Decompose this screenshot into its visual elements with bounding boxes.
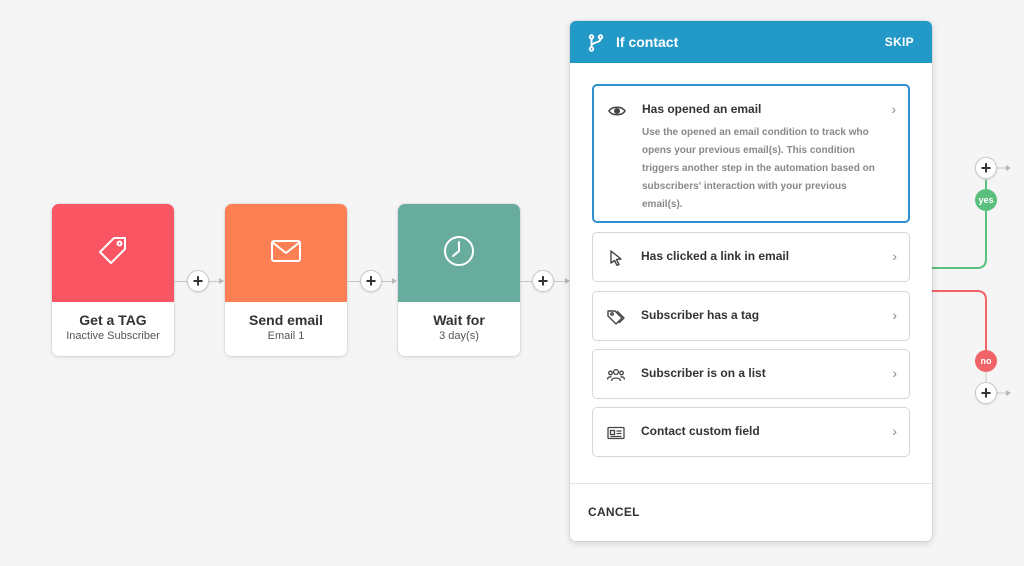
arrow-head-icon xyxy=(392,278,397,284)
option-label: Subscriber is on a list xyxy=(641,366,766,380)
plus-icon: + xyxy=(537,271,549,291)
panel-divider xyxy=(570,483,932,484)
chevron-right-icon: › xyxy=(892,365,897,381)
option-subscriber-on-list[interactable]: Subscriber is on a list › xyxy=(592,349,910,399)
step-card-header xyxy=(52,204,174,302)
branch-icon xyxy=(588,34,604,52)
yes-badge: yes xyxy=(975,189,997,211)
option-subscriber-has-tag[interactable]: Subscriber has a tag › xyxy=(592,291,910,341)
add-step-no-button[interactable]: + xyxy=(975,382,997,404)
tags-icon xyxy=(607,308,625,326)
plus-icon: + xyxy=(980,383,992,403)
add-step-button[interactable]: + xyxy=(532,270,554,292)
step-subtitle: 3 day(s) xyxy=(439,330,479,342)
step-card-header xyxy=(398,204,520,302)
chevron-right-icon: › xyxy=(891,101,896,117)
plus-icon: + xyxy=(192,271,204,291)
envelope-icon xyxy=(270,239,302,268)
option-contact-custom-field[interactable]: Contact custom field › xyxy=(592,407,910,457)
step-title: Wait for xyxy=(433,312,485,328)
option-description: Use the opened an email condition to tra… xyxy=(642,127,875,210)
step-subtitle: Inactive Subscriber xyxy=(66,330,160,342)
clock-icon xyxy=(442,234,476,273)
eye-icon xyxy=(608,102,626,120)
arrow-head-icon xyxy=(219,278,224,284)
option-label: Has clicked a link in email xyxy=(641,249,790,263)
chevron-right-icon: › xyxy=(892,423,897,439)
step-card-send-email[interactable]: Send email Email 1 xyxy=(225,204,347,356)
cancel-button[interactable]: CANCEL xyxy=(588,505,640,519)
option-has-clicked-link[interactable]: Has clicked a link in email › xyxy=(592,232,910,282)
plus-icon: + xyxy=(980,158,992,178)
step-card-wait-for[interactable]: Wait for 3 day(s) xyxy=(398,204,520,356)
no-badge: no xyxy=(975,350,997,372)
add-step-button[interactable]: + xyxy=(187,270,209,292)
chevron-right-icon: › xyxy=(892,248,897,264)
plus-icon: + xyxy=(365,271,377,291)
option-label: Contact custom field xyxy=(641,424,760,438)
step-subtitle: Email 1 xyxy=(267,330,305,342)
automation-canvas: Get a TAG Inactive Subscriber + Send ema… xyxy=(0,0,1024,566)
users-icon xyxy=(607,366,625,384)
step-title: Send email xyxy=(249,312,323,328)
tag-icon xyxy=(96,234,130,273)
add-step-button[interactable]: + xyxy=(360,270,382,292)
condition-panel: If contact SKIP Has opened an email › Us… xyxy=(570,21,932,541)
panel-title: If contact xyxy=(616,34,679,50)
id-card-icon xyxy=(607,424,625,442)
option-has-opened-email[interactable]: Has opened an email › Use the opened an … xyxy=(592,84,910,223)
step-card-get-tag[interactable]: Get a TAG Inactive Subscriber xyxy=(52,204,174,356)
option-label: Has opened an email xyxy=(642,102,762,116)
add-step-yes-button[interactable]: + xyxy=(975,157,997,179)
step-card-header xyxy=(225,204,347,302)
step-title: Get a TAG xyxy=(79,312,147,328)
skip-button[interactable]: SKIP xyxy=(885,35,914,49)
branch-connectors xyxy=(930,165,1011,396)
cursor-icon xyxy=(607,249,625,267)
panel-header: If contact SKIP xyxy=(570,21,932,63)
option-label: Subscriber has a tag xyxy=(641,308,760,322)
chevron-right-icon: › xyxy=(892,307,897,323)
